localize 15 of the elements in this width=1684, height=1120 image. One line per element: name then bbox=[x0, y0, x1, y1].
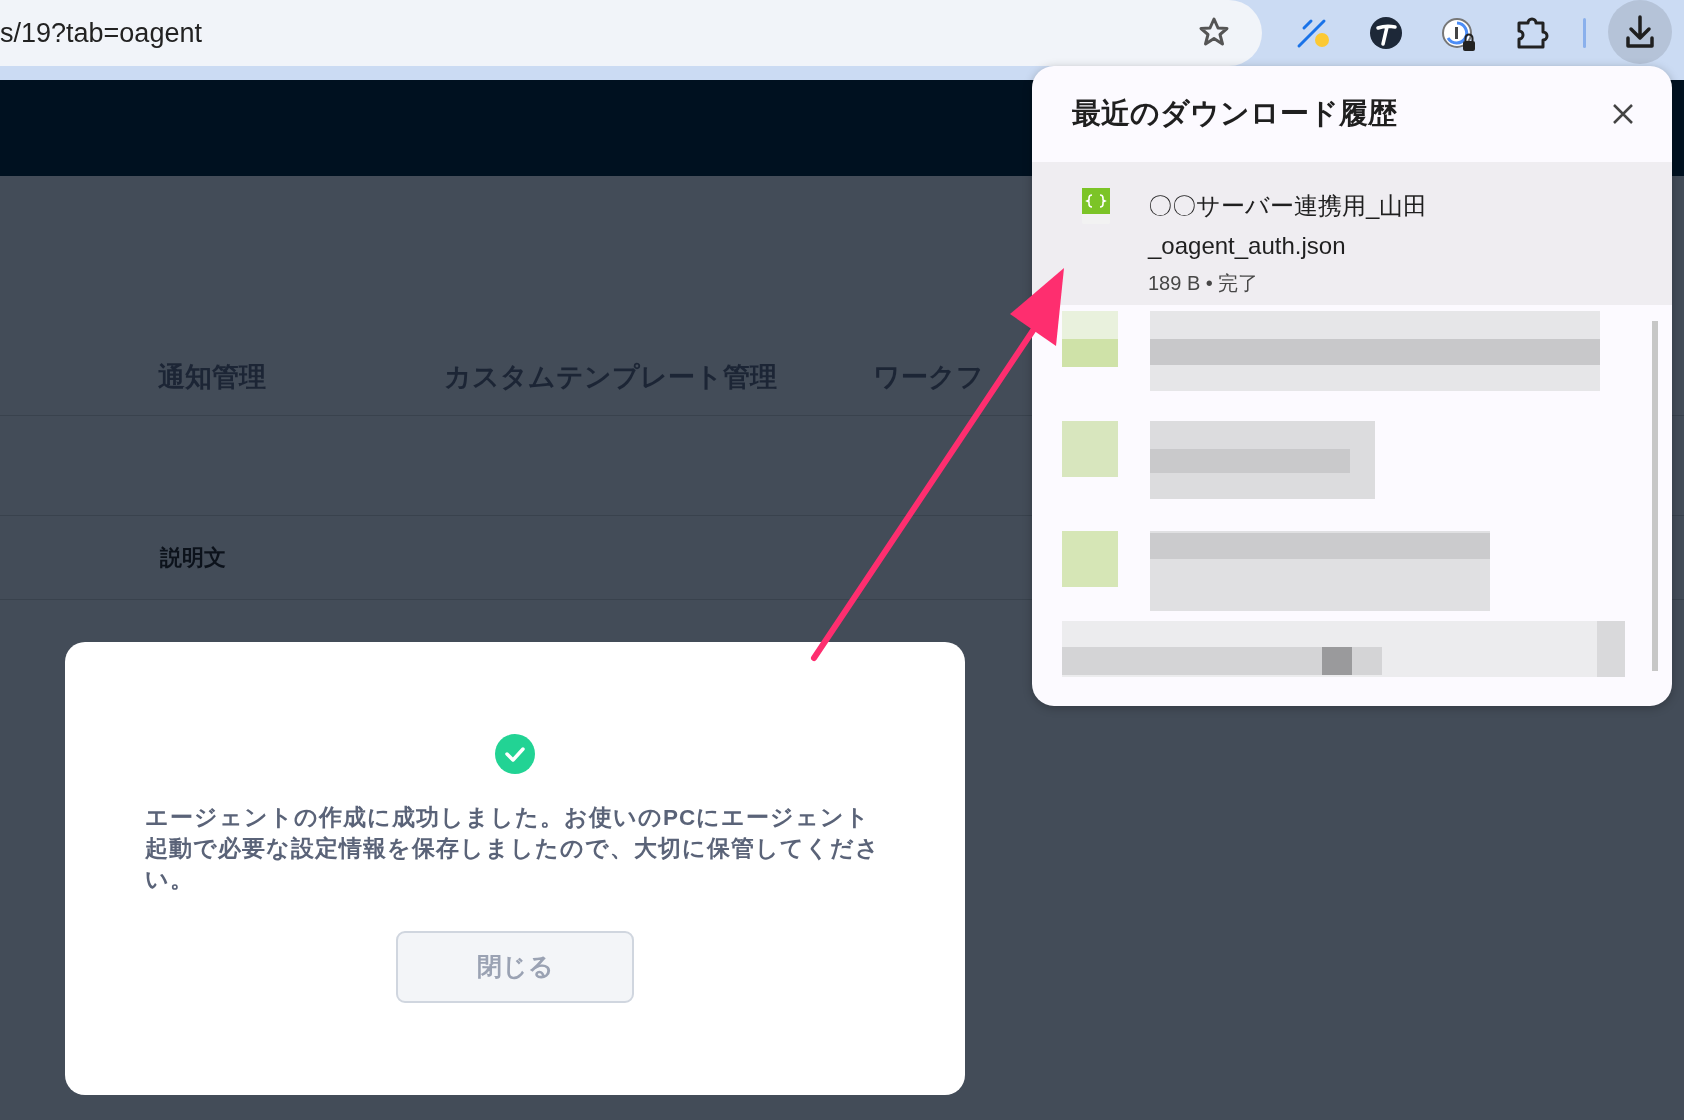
success-message: エージェントの作成に成功しました。お使いのPCにエージェント起動で必要な設定情報を保存しましたので、大切に保管してください。 bbox=[145, 804, 881, 894]
check-icon bbox=[495, 734, 535, 774]
star-icon[interactable] bbox=[1198, 16, 1230, 48]
file-name[interactable]: _oagent_auth.json bbox=[1148, 226, 1428, 266]
field-label: 説明文 bbox=[160, 544, 226, 572]
puzzle-icon[interactable] bbox=[1515, 15, 1551, 51]
panel-title: 最近のダウンロード履歴 bbox=[1072, 96, 1397, 132]
close-button[interactable]: 閉じる bbox=[396, 931, 634, 1003]
password-lock-icon[interactable] bbox=[1441, 16, 1477, 52]
close-icon[interactable] bbox=[1612, 103, 1634, 125]
letter-t-icon[interactable] bbox=[1369, 16, 1403, 50]
file-name[interactable]: 〇〇サーバー連携用_山田 bbox=[1148, 186, 1428, 226]
address-text[interactable]: s/19?tab=oagent bbox=[0, 12, 202, 54]
download-icon[interactable] bbox=[1606, 0, 1674, 64]
file-status: 189 B • 完了 bbox=[1148, 271, 1260, 296]
